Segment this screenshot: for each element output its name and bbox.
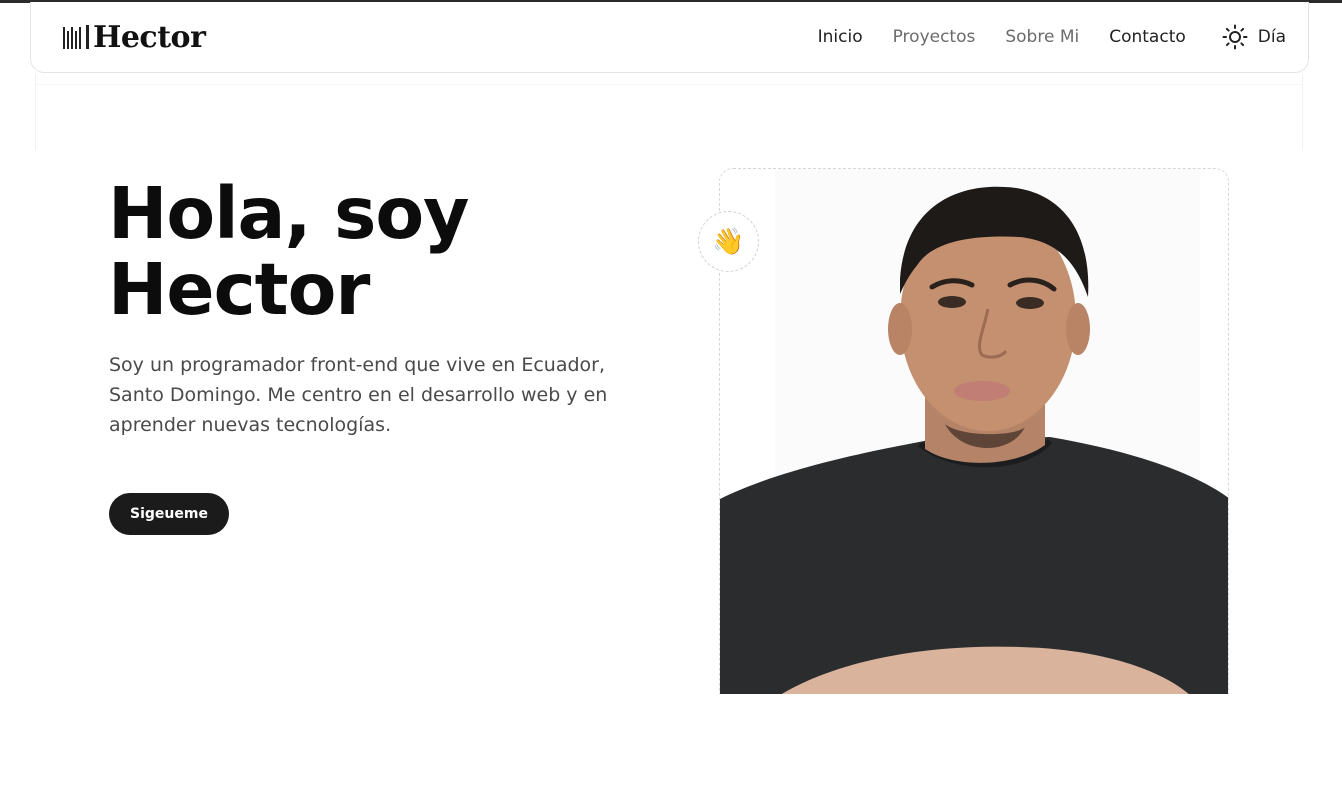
hero-title-line2: Hector (108, 248, 370, 331)
logo-mark-icon (63, 25, 89, 49)
nav-link-contacto[interactable]: Contacto (1109, 27, 1186, 47)
theme-toggle[interactable]: Día (1222, 24, 1286, 50)
decorative-frame (35, 74, 1303, 150)
profile-photo (719, 168, 1229, 694)
wave-badge: 👋 (698, 211, 759, 272)
hero-description: Soy un programador front-end que vive en… (109, 354, 608, 436)
logo-link[interactable]: Hector (63, 19, 206, 55)
sun-icon (1222, 24, 1248, 50)
hero-title-line1: Hola, soy (108, 172, 469, 255)
follow-button[interactable]: Sigeueme (109, 493, 229, 535)
hero-title: Hola, soy Hector (108, 176, 668, 328)
brand-name: Hector (93, 19, 206, 55)
navbar: Hector Inicio Proyectos Sobre Mi Contact… (30, 2, 1309, 73)
nav-link-sobre-mi[interactable]: Sobre Mi (1005, 27, 1079, 47)
theme-label: Día (1257, 27, 1286, 47)
waving-hand-icon: 👋 (712, 226, 745, 257)
nav-link-proyectos[interactable]: Proyectos (893, 27, 976, 47)
nav-link-inicio[interactable]: Inicio (818, 27, 863, 47)
decorative-divider (36, 84, 1302, 85)
main-nav: Inicio Proyectos Sobre Mi Contacto Día (788, 24, 1286, 50)
